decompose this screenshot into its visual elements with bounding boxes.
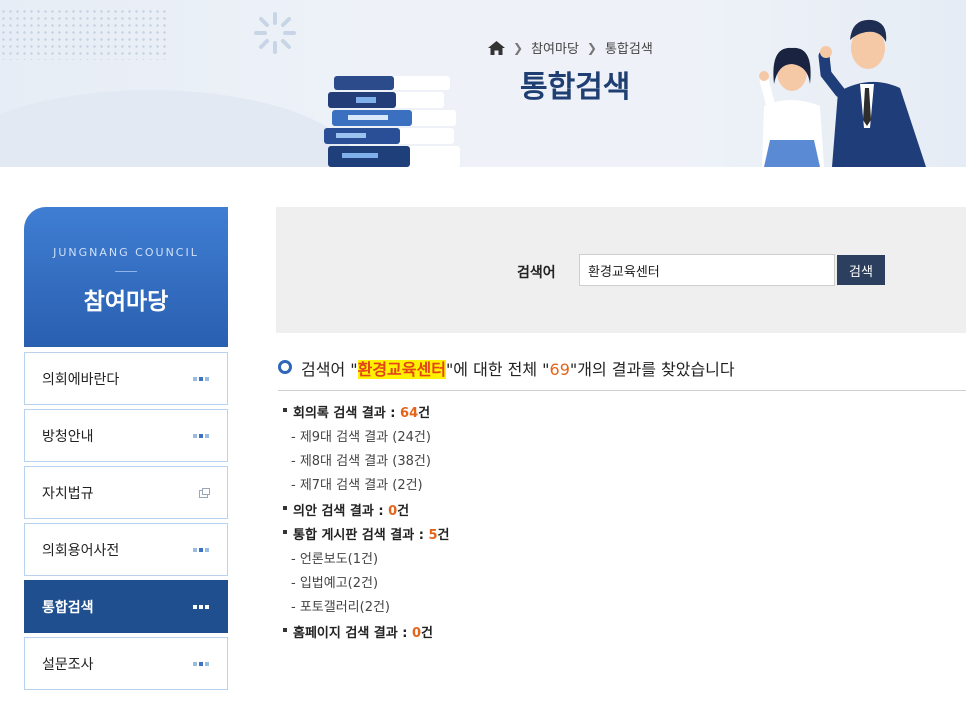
category-label: 홈페이지 검색 결과 : xyxy=(293,626,412,641)
books-illustration xyxy=(324,76,460,167)
sidebar-english-title: JUNGNANG COUNCIL xyxy=(53,246,199,259)
result-category-homepage[interactable]: 홈페이지 검색 결과 : 0건 xyxy=(283,624,449,648)
summary-middle: "에 대한 전체 " xyxy=(445,360,550,379)
sidebar-title: 참여마당 xyxy=(83,289,169,315)
result-category-boards[interactable]: 통합 게시판 검색 결과 : 5건 xyxy=(283,526,449,550)
chevron-right-icon: ❯ xyxy=(513,40,524,55)
home-icon[interactable] xyxy=(488,40,505,55)
category-unit: 건 xyxy=(421,626,433,641)
banner-decoration xyxy=(0,90,360,167)
page-title: 통합검색 xyxy=(520,70,631,105)
sparkle-icon xyxy=(254,12,296,54)
result-list: 회의록 검색 결과 : 64건 - 제9대 검색 결과 (24건) - 제8대 … xyxy=(283,404,449,648)
category-unit: 건 xyxy=(418,406,431,421)
sidebar-item-survey[interactable]: 설문조사 xyxy=(24,637,228,690)
dots-icon xyxy=(193,376,209,381)
search-button[interactable]: 검색 xyxy=(837,255,885,285)
breadcrumb-item-current[interactable]: 통합검색 xyxy=(605,38,653,57)
external-link-icon xyxy=(199,488,210,498)
result-subitem[interactable]: - 포토갤러리(2건) xyxy=(283,598,449,622)
result-subitem[interactable]: - 언론보도(1건) xyxy=(283,550,449,574)
summary-prefix: 검색어 " xyxy=(301,360,358,379)
sidebar-item-glossary[interactable]: 의회용어사전 xyxy=(24,523,228,576)
result-category-bills[interactable]: 의안 검색 결과 : 0건 xyxy=(283,502,449,526)
breadcrumb-item[interactable]: 참여마당 xyxy=(531,38,579,57)
banner-dot-pattern xyxy=(0,8,170,60)
category-count: 64 xyxy=(400,406,419,421)
summary-text: 검색어 "환경교육센터"에 대한 전체 "69"개의 결과를 찾았습니다 xyxy=(301,356,735,380)
divider xyxy=(115,271,137,272)
sidebar-header: JUNGNANG COUNCIL 참여마당 xyxy=(24,207,228,347)
category-count: 5 xyxy=(428,528,438,543)
search-keyword: 환경교육센터 xyxy=(357,360,446,379)
sidebar-item-label: 방청안내 xyxy=(42,428,94,445)
category-label: 통합 게시판 검색 결과 : xyxy=(293,528,429,543)
total-count: 69 xyxy=(549,360,570,379)
dots-icon xyxy=(193,661,209,666)
chevron-right-icon: ❯ xyxy=(586,40,597,55)
result-subitem[interactable]: - 입법예고(2건) xyxy=(283,574,449,598)
breadcrumb: ❯ 참여마당 ❯ 통합검색 xyxy=(488,38,653,57)
result-summary: 검색어 "환경교육센터"에 대한 전체 "69"개의 결과를 찾았습니다 xyxy=(278,356,966,391)
category-label: 의안 검색 결과 : xyxy=(293,504,389,519)
page-banner: ❯ 참여마당 ❯ 통합검색 통합검색 xyxy=(0,0,966,167)
dots-icon xyxy=(193,604,209,609)
search-label: 검색어 xyxy=(517,265,556,281)
category-unit: 건 xyxy=(437,528,450,543)
category-count: 0 xyxy=(411,626,422,641)
sidebar-item-label: 의회용어사전 xyxy=(42,542,120,559)
sidebar-item-label: 자치법규 xyxy=(42,485,94,502)
sidebar-item-label: 통합검색 xyxy=(42,599,94,616)
dots-icon xyxy=(193,547,209,552)
sidebar-item-label: 설문조사 xyxy=(42,656,94,673)
summary-suffix: "개의 결과를 찾았습니다 xyxy=(569,360,735,379)
search-input[interactable] xyxy=(579,254,835,286)
category-unit: 건 xyxy=(397,504,410,519)
sidebar-item-ordinances[interactable]: 자치법규 xyxy=(24,466,228,519)
sidebar-item-integrated-search[interactable]: 통합검색 xyxy=(24,580,228,633)
sidebar-menu: 의회에바란다 방청안내 자치법규 의회용어사전 통합검색 설문조사 xyxy=(24,352,228,694)
result-subitem[interactable]: - 제9대 검색 결과 (24건) xyxy=(283,428,449,452)
sidebar-item-label: 의회에바란다 xyxy=(42,371,120,388)
category-count: 0 xyxy=(388,504,398,519)
sidebar-item-council-wishes[interactable]: 의회에바란다 xyxy=(24,352,228,405)
result-subitem[interactable]: - 제8대 검색 결과 (38건) xyxy=(283,452,449,476)
circle-bullet-icon xyxy=(278,360,292,374)
dots-icon xyxy=(193,433,209,438)
search-panel: 검색어 검색 xyxy=(276,207,966,333)
result-subitem[interactable]: - 제7대 검색 결과 (2건) xyxy=(283,476,449,500)
sidebar-item-visit-guide[interactable]: 방청안내 xyxy=(24,409,228,462)
category-label: 회의록 검색 결과 : xyxy=(293,406,401,421)
people-illustration xyxy=(759,19,926,167)
result-category-minutes[interactable]: 회의록 검색 결과 : 64건 xyxy=(283,404,449,428)
